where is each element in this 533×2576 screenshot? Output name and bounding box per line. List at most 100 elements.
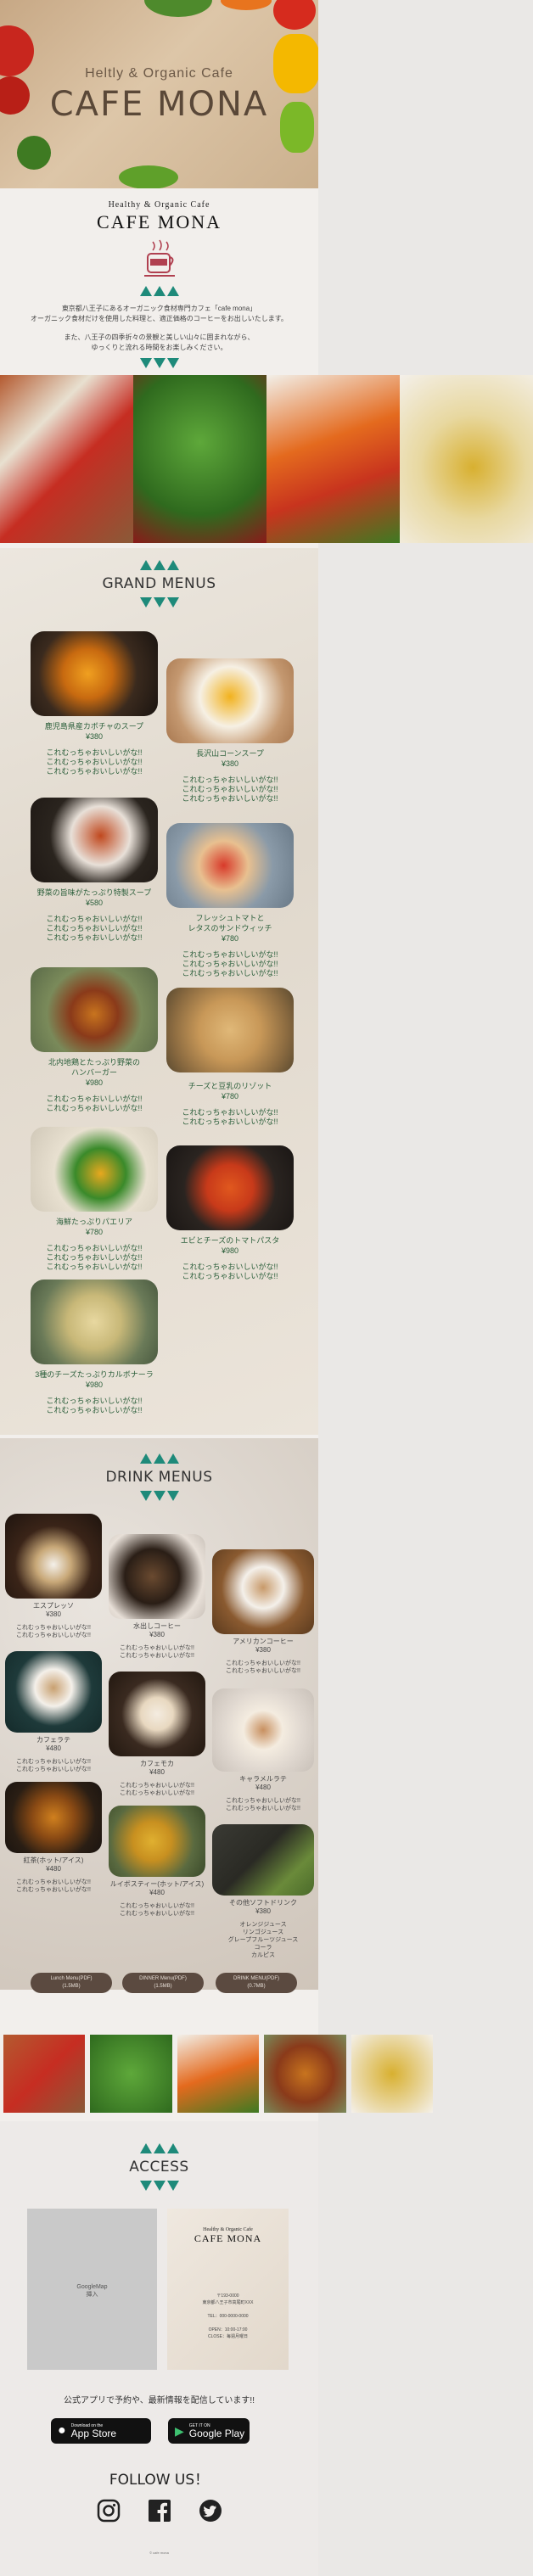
logo-block: Healthy & Organic Cafe CAFE MONA xyxy=(0,200,318,296)
google-play-button[interactable]: ▶ GET IT ON Google Play xyxy=(168,2418,250,2444)
dinner-menu-pdf-button[interactable]: DINNER Menu(PDF) (1.5MB) xyxy=(122,1973,204,1993)
drink-item-name: 水出しコーヒー ¥380 xyxy=(133,1622,181,1638)
hero-banner: Heltly & Organic Cafe CAFE MONA xyxy=(0,0,318,188)
menu-item-price: ¥580 xyxy=(85,899,104,907)
cold-brew-image xyxy=(109,1534,205,1619)
menu-item-desc: これむっちゃおいしいがな!! これむっちゃおいしいがな!! xyxy=(46,1095,143,1112)
menu-item[interactable]: 3種のチーズたっぷりカルボナーラ ¥980 これむっちゃおいしいがな!! これむ… xyxy=(31,1280,158,1415)
menu-item-price: ¥780 xyxy=(221,1092,239,1100)
drink-menu-pdf-button[interactable]: DRINK MENU(PDF) (0.7MB) xyxy=(216,1973,297,1993)
tomato-decoration xyxy=(273,0,316,30)
drink-item-desc: これむっちゃおいしいがな!! これむっちゃおいしいがな!! xyxy=(16,1625,91,1638)
menu-item-desc: これむっちゃおいしいがな!! これむっちゃおいしいがな!! これむっちゃおいしい… xyxy=(46,915,143,942)
drink-item-desc: これむっちゃおいしいがな!! これむっちゃおいしいがな!! xyxy=(226,1798,300,1812)
menu-item-price: ¥780 xyxy=(85,1228,104,1236)
corn-soup-image xyxy=(166,658,294,743)
menu-item[interactable]: 野菜の旨味がたっぷり特製スープ ¥580 これむっちゃおいしいがな!! これむっ… xyxy=(31,798,158,943)
menu-item-name: フレッシュトマトと レタスのサンドウィッチ xyxy=(188,914,272,932)
follow-us-title: FOLLOW US！ xyxy=(109,2472,210,2489)
drink-item[interactable]: 紅茶(ホット/アイス) ¥480 これむっちゃおいしいがな!! これむっちゃおい… xyxy=(5,1782,102,1894)
google-map-placeholder[interactable]: GoogleMap 挿入 xyxy=(27,2209,157,2370)
drink-item[interactable]: エスプレッソ ¥380 これむっちゃおいしいがな!! これむっちゃおいしいがな!… xyxy=(5,1514,102,1639)
divider-triangles xyxy=(0,597,318,608)
drink-item[interactable]: キャラメルラテ ¥480 これむっちゃおいしいがな!! これむっちゃおいしいがな… xyxy=(212,1688,314,1812)
shop-info: 〒193-0000 東京都八王子市高尾町XXX TEL：000-0000-000… xyxy=(202,2293,254,2339)
rooibos-tea-image xyxy=(109,1806,205,1877)
basil-photo xyxy=(133,375,266,543)
menu-item-name: 海鮮たっぷりパエリア xyxy=(55,1218,132,1226)
lunch-menu-pdf-button[interactable]: Lunch Menu(PDF) (1.5MB) xyxy=(31,1973,112,1993)
drink-item-name: キャラメルラテ ¥480 xyxy=(239,1775,287,1791)
menu-item-name: 野菜の旨味がたっぷり特製スープ xyxy=(36,888,152,897)
drink-menus-title: DRINK MENUS xyxy=(105,1469,213,1486)
intro-line: ゆっくりと流れる時間をお楽しみください。 xyxy=(91,344,227,351)
drink-item[interactable]: カフェモカ ¥480 これむっちゃおいしいがな!! これむっちゃおいしいがな!! xyxy=(109,1672,205,1797)
app-store-label: App Store xyxy=(70,2427,117,2439)
pumpkin-soup-image xyxy=(31,631,158,716)
drink-item[interactable]: その他ソフトドリンク ¥380 オレンジジュース リンゴジュース グレープフルー… xyxy=(212,1824,314,1959)
tomato-pasta-image xyxy=(166,1145,294,1230)
menu-item[interactable]: チーズと豆乳のリゾット ¥780 これむっちゃおいしいがな!! これむっちゃおい… xyxy=(166,988,294,1127)
pill-size: (1.5MB) xyxy=(154,1984,172,1989)
twitter-icon[interactable] xyxy=(199,2499,222,2523)
pill-size: (0.7MB) xyxy=(247,1984,266,1989)
hamburger-image xyxy=(31,967,158,1052)
cafe-latte-image xyxy=(5,1651,102,1733)
pill-label: DINNER Menu(PDF) xyxy=(139,1976,187,1981)
menu-item-name: チーズと豆乳のリゾット xyxy=(188,1082,272,1090)
menu-item-price: ¥380 xyxy=(221,759,239,768)
pepper-decoration xyxy=(119,165,178,188)
card-title: CAFE MONA xyxy=(194,2232,262,2244)
hero-subtitle: Heltly & Organic Cafe xyxy=(85,66,233,81)
carrots-photo xyxy=(177,2035,260,2113)
menu-item[interactable]: フレッシュトマトと レタスのサンドウィッチ ¥780 これむっちゃおいしいがな!… xyxy=(166,823,294,978)
menu-item-name: 長沢山コーンスープ xyxy=(196,749,264,758)
intro-line: また、八王子の四季折々の景観と美しい山々に囲まれながら、 xyxy=(64,333,255,341)
hero-title: CAFE MONA xyxy=(49,85,269,124)
drink-item[interactable]: 水出しコーヒー ¥380 これむっちゃおいしいがな!! これむっちゃおいしいがな… xyxy=(109,1534,205,1660)
menu-item-name: 鹿児島県産カボチャのスープ xyxy=(44,722,144,731)
menu-item[interactable]: 長沢山コーンスープ ¥380 これむっちゃおいしいがな!! これむっちゃおいしい… xyxy=(166,658,294,804)
divider-triangles xyxy=(0,1491,318,1501)
vegetables-photo xyxy=(0,375,133,543)
facebook-icon[interactable] xyxy=(148,2499,171,2523)
drink-item-desc: オレンジジュース リンゴジュース グレープフルーツジュース コーラ カルピス xyxy=(227,1922,299,1958)
drink-item-name: その他ソフトドリンク ¥380 xyxy=(229,1899,297,1915)
drink-item[interactable]: アメリカンコーヒー ¥380 これむっちゃおいしいがな!! これむっちゃおいしい… xyxy=(212,1549,314,1675)
menu-item[interactable]: エビとチーズのトマトパスタ ¥980 これむっちゃおいしいがな!! これむっちゃ… xyxy=(166,1145,294,1281)
app-message: 公式アプリで予約や、最新情報を配信しています!! xyxy=(64,2396,255,2405)
hamburger-photo xyxy=(264,2035,346,2113)
drink-item-desc: これむっちゃおいしいがな!! これむっちゃおいしいがな!! xyxy=(16,1879,91,1893)
menu-item-desc: これむっちゃおいしいがな!! これむっちゃおいしいがな!! これむっちゃおいしい… xyxy=(182,776,278,803)
instagram-icon[interactable] xyxy=(97,2499,121,2523)
menu-item-price: ¥780 xyxy=(221,934,239,943)
menu-item[interactable]: 海鮮たっぷりパエリア ¥780 これむっちゃおいしいがな!! これむっちゃおいし… xyxy=(31,1127,158,1272)
copyright: © cafe mona xyxy=(149,2551,169,2555)
divider-triangles xyxy=(0,2143,318,2153)
shop-card: Healthy & Organic Cafe CAFE MONA 〒193-00… xyxy=(167,2209,289,2370)
drink-item-desc: これむっちゃおいしいがな!! これむっちゃおいしいがな!! xyxy=(226,1660,300,1674)
menu-item-desc: これむっちゃおいしいがな!! これむっちゃおいしいがな!! これむっちゃおいしい… xyxy=(46,748,143,776)
divider-triangles xyxy=(0,2181,318,2191)
drink-item[interactable]: ルイボスティー(ホット/アイス) ¥480 これむっちゃおいしいがな!! これむ… xyxy=(109,1806,205,1918)
leaf-decoration xyxy=(17,136,51,170)
menu-item-desc: これむっちゃおいしいがな!! これむっちゃおいしいがな!! xyxy=(182,1263,278,1280)
paella-image xyxy=(31,1127,158,1212)
menu-item-price: ¥380 xyxy=(85,732,104,741)
menu-item[interactable]: 北内地鶏とたっぷり野菜の ハンバーガー ¥980 これむっちゃおいしいがな!! … xyxy=(31,967,158,1113)
drink-item-name: 紅茶(ホット/アイス) ¥480 xyxy=(23,1856,84,1873)
menu-item[interactable]: 鹿児島県産カボチャのスープ ¥380 これむっちゃおいしいがな!! これむっちゃ… xyxy=(31,631,158,776)
soft-drink-image xyxy=(212,1824,314,1896)
app-store-button[interactable]: ● Download on the App Store xyxy=(51,2418,151,2444)
american-coffee-image xyxy=(212,1549,314,1634)
grand-menus-title: GRAND MENUS xyxy=(102,575,216,592)
carbonara-image xyxy=(31,1280,158,1364)
menu-item-price: ¥980 xyxy=(85,1380,104,1389)
drink-item[interactable]: カフェラテ ¥480 これむっちゃおいしいがな!! これむっちゃおいしいがな!! xyxy=(5,1651,102,1773)
drink-item-name: アメリカンコーヒー ¥380 xyxy=(233,1638,294,1654)
google-play-label: Google Play xyxy=(188,2427,245,2439)
apple-icon: ● xyxy=(58,2423,66,2438)
vegetables-photo xyxy=(3,2035,86,2113)
drink-item-name: カフェモカ ¥480 xyxy=(140,1760,174,1776)
drink-item-desc: これむっちゃおいしいがな!! これむっちゃおいしいがな!! xyxy=(120,1783,194,1796)
